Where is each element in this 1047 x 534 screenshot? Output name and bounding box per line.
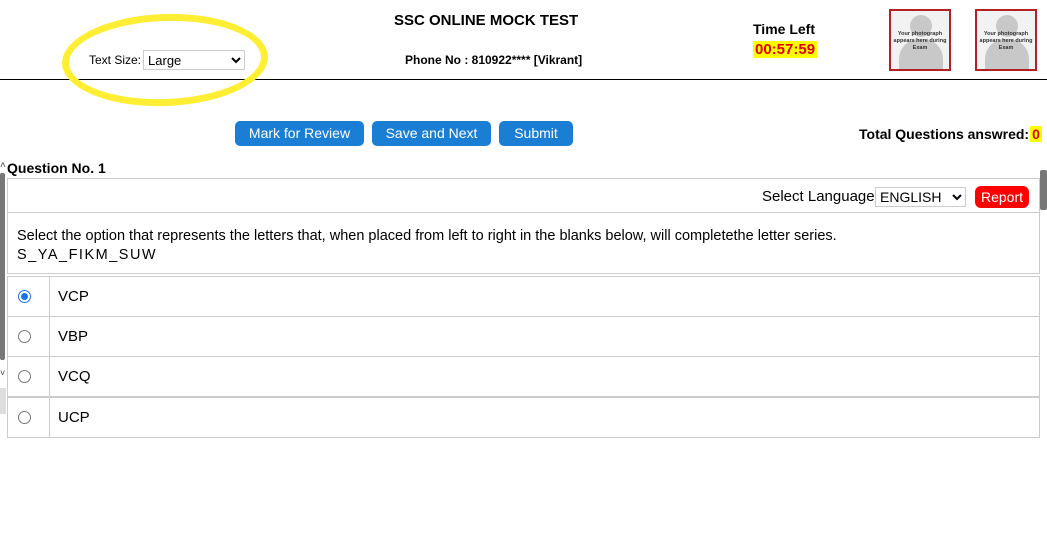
option-radio-cell xyxy=(8,277,50,316)
candidate-phone: Phone No : 810922**** [Vikrant] xyxy=(405,53,583,67)
scrollbar-thumb[interactable] xyxy=(1040,170,1047,210)
option-radio-cell xyxy=(8,317,50,356)
photo-caption: Your photograph appears here during Exam xyxy=(979,31,1033,51)
chevron-up-icon: ˄ xyxy=(0,160,6,171)
question-number: Question No. 1 xyxy=(7,160,106,176)
option-radio[interactable] xyxy=(18,370,31,383)
option-radio[interactable] xyxy=(18,330,31,343)
option-label: UCP xyxy=(58,409,90,426)
option-label: VBP xyxy=(58,328,89,345)
question-panel: Select Language: ENGLISH Report Select t… xyxy=(7,178,1040,274)
report-button[interactable]: Report xyxy=(975,186,1029,208)
language-bar: Select Language: ENGLISH Report xyxy=(8,179,1039,213)
photo-caption: Your photograph appears here during Exam xyxy=(893,31,947,51)
side-panel-bottom xyxy=(0,388,6,414)
option-row[interactable]: UCP xyxy=(7,397,1040,438)
option-row[interactable]: VBP xyxy=(7,316,1040,357)
option-row[interactable]: VCQ xyxy=(7,356,1040,397)
time-left-value: 00:57:59 xyxy=(753,41,818,58)
page-title: SSC ONLINE MOCK TEST xyxy=(394,12,579,29)
text-size-select[interactable]: Large xyxy=(143,50,246,70)
side-panel-bar[interactable] xyxy=(0,173,5,360)
option-label: VCQ xyxy=(58,368,91,385)
side-panel-toggle[interactable]: ˄ ˅ xyxy=(0,160,7,414)
exam-header: Text Size: Large SSC ONLINE MOCK TEST Ph… xyxy=(0,0,1047,110)
total-answered: Total Questions answred: 0 xyxy=(859,126,1042,142)
mark-for-review-button[interactable]: Mark for Review xyxy=(235,121,364,146)
option-label: VCP xyxy=(58,288,89,305)
total-answered-label: Total Questions answred: xyxy=(859,126,1030,142)
submit-button[interactable]: Submit xyxy=(499,121,573,146)
option-radio-cell xyxy=(8,398,50,437)
candidate-signature-placeholder: Your photograph appears here during Exam xyxy=(975,9,1037,71)
question-text: Select the option that represents the le… xyxy=(17,228,837,244)
option-radio-selected[interactable] xyxy=(18,290,31,303)
option-row[interactable]: VCP xyxy=(7,276,1040,317)
chevron-down-icon: ˅ xyxy=(0,368,6,378)
option-radio-cell xyxy=(8,357,50,396)
candidate-photo-placeholder: Your photograph appears here during Exam xyxy=(889,9,951,71)
question-series: S_YA_FIKM_SUW xyxy=(17,247,158,263)
language-label: Select Language: xyxy=(762,188,879,205)
time-left-label: Time Left xyxy=(753,21,815,37)
total-answered-count: 0 xyxy=(1030,126,1042,142)
text-size-label: Text Size: xyxy=(89,53,142,67)
option-radio[interactable] xyxy=(18,411,31,424)
text-size-control: Text Size: Large xyxy=(89,50,246,70)
language-select[interactable]: ENGLISH xyxy=(875,187,966,207)
save-and-next-button[interactable]: Save and Next xyxy=(372,121,491,146)
